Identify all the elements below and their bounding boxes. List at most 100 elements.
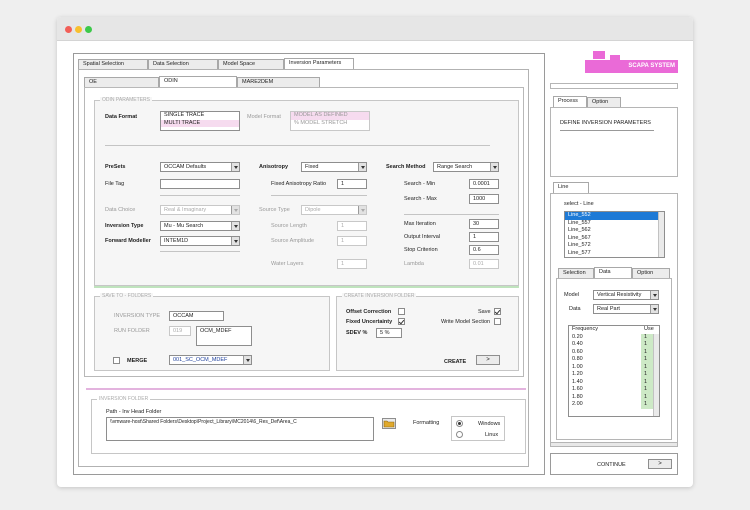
frequency-cell: 2.00	[572, 401, 583, 408]
path-input[interactable]: \\vmware-host\Shared Folders\Desktop\Pro…	[106, 417, 374, 441]
tab-inversion-parameters[interactable]: Inversion Parameters	[284, 58, 354, 69]
chevron-down-icon	[650, 291, 658, 299]
minimize-dot-icon[interactable]	[75, 26, 82, 33]
tab-process-option[interactable]: Option	[587, 97, 621, 107]
table-row[interactable]: 1.80 1	[569, 393, 659, 401]
search-max-input[interactable]: 1000	[469, 194, 499, 204]
table-row[interactable]: 0.40 1	[569, 341, 659, 349]
line-item[interactable]: Line_557	[565, 220, 664, 228]
windows-radio[interactable]	[456, 420, 463, 427]
tab-data-selection[interactable]: Data Selection	[148, 59, 218, 69]
tab-oe[interactable]: OE	[84, 77, 159, 87]
forward-modeller-label: Forward Modeller	[105, 238, 151, 244]
fixed-anisotropy-ratio-input[interactable]: 1	[337, 179, 367, 189]
tab-mare2dem[interactable]: MARE2DEM	[237, 77, 320, 87]
model-format-label: Model Format	[247, 114, 281, 120]
create-label: CREATE	[444, 359, 467, 365]
table-row[interactable]: 0.80 1	[569, 356, 659, 364]
tab-data[interactable]: Data	[594, 267, 632, 278]
maximize-dot-icon[interactable]	[85, 26, 92, 33]
use-header: Use	[644, 326, 654, 333]
data-format-list[interactable]: SINGLE TRACE MULTI TRACE	[160, 111, 240, 131]
linux-radio[interactable]	[456, 431, 463, 438]
tab-process[interactable]: Process	[553, 96, 587, 107]
water-layers-label: Water Layers	[271, 261, 304, 267]
save-checkbox[interactable]	[494, 308, 501, 315]
source-length-input[interactable]: 1	[337, 221, 367, 231]
line-item[interactable]: Line_572	[565, 242, 664, 250]
inversion-folder-label: INVERSION FOLDER	[97, 396, 151, 402]
table-row[interactable]: 2.00 1	[569, 401, 659, 409]
data-format-label: Data Format	[105, 114, 138, 120]
anisotropy-underline	[271, 195, 367, 196]
model-format-option-stretch[interactable]: % MODEL STRETCH	[291, 120, 369, 128]
frequency-table[interactable]: Frequency Use 0.20 1 0.40 1 0.60 1 0.80 1 1.…	[568, 325, 660, 417]
tab-line[interactable]: Line	[553, 182, 589, 193]
data-format-option-multi[interactable]: MULTI TRACE	[161, 119, 239, 127]
inversion-type-select[interactable]: Mu - Mu Search	[160, 221, 240, 231]
presets-select[interactable]: OCCAM Defaults	[160, 162, 240, 172]
table-row[interactable]: 1.40 1	[569, 378, 659, 386]
data-select[interactable]: Real Part	[593, 304, 659, 314]
file-tag-input[interactable]	[160, 179, 240, 189]
write-model-section-checkbox[interactable]	[494, 318, 501, 325]
create-button[interactable]: >	[476, 355, 500, 365]
tab-model-space[interactable]: Model Space	[218, 59, 284, 69]
close-dot-icon[interactable]	[65, 26, 72, 33]
table-row[interactable]: 0.20 1	[569, 333, 659, 341]
lambda-input[interactable]: 0.01	[469, 259, 499, 269]
line-item[interactable]: Line_552	[565, 212, 664, 220]
run-folder-input[interactable]: OCM_MDEF	[196, 326, 252, 346]
data-format-option-single[interactable]: SINGLE TRACE	[161, 112, 239, 120]
frequency-cell: 0.40	[572, 341, 583, 348]
water-layers-input[interactable]: 1	[337, 259, 367, 269]
max-iteration-input[interactable]: 30	[469, 219, 499, 229]
line-list-scrollbar[interactable]	[658, 212, 664, 257]
status-strip	[550, 83, 678, 89]
chevron-down-icon	[231, 237, 239, 245]
source-type-label: Source Type	[259, 207, 290, 213]
table-row[interactable]: 1.00 1	[569, 363, 659, 371]
merge-checkbox[interactable]	[113, 357, 120, 364]
source-type-select[interactable]: Dipole	[301, 205, 367, 215]
merge-select[interactable]: 001_SC_OCM_MDEF	[169, 355, 252, 365]
odin-parameters-label: ODIN PARAMETERS	[100, 97, 152, 103]
frequency-cell: 0.20	[572, 333, 583, 340]
search-min-input[interactable]: 0.0001	[469, 179, 499, 189]
sdev-input[interactable]: 5 %	[376, 328, 402, 338]
model-format-list[interactable]: MODEL AS DEFINED % MODEL STRETCH	[290, 111, 370, 131]
offset-correction-checkbox[interactable]	[398, 308, 405, 315]
tab-selection[interactable]: Selection	[558, 268, 594, 278]
run-folder-number[interactable]: 019	[169, 326, 191, 336]
frequency-table-header: Frequency Use	[569, 326, 659, 334]
model-select[interactable]: Vertical Resistivity	[593, 290, 659, 300]
line-item[interactable]: Line_562	[565, 227, 664, 235]
folder-open-button[interactable]	[382, 418, 396, 429]
data-choice-select[interactable]: Real & Imaginary	[160, 205, 240, 215]
tab-spatial-selection[interactable]: Spatial Selection	[78, 59, 148, 69]
table-row[interactable]: 1.20 1	[569, 371, 659, 379]
run-folder-label: RUN FOLDER	[114, 328, 150, 334]
tab-odin[interactable]: ODIN	[159, 76, 237, 87]
line-item[interactable]: Line_567	[565, 235, 664, 243]
fixed-uncertainty-checkbox[interactable]	[398, 318, 405, 325]
forward-modeller-select[interactable]: INTEM1D	[160, 236, 240, 246]
save-inversion-type-input[interactable]: OCCAM	[169, 311, 224, 321]
frequency-table-scrollbar[interactable]	[653, 334, 659, 416]
line-item[interactable]: Line_577	[565, 250, 664, 258]
output-interval-input[interactable]: 1	[469, 232, 499, 242]
folder-icon	[383, 420, 395, 428]
write-model-section-label: Write Model Section	[441, 319, 491, 325]
line-list[interactable]: Line_552 Line_557 Line_562 Line_567 Line…	[564, 211, 665, 258]
model-format-option-as-defined[interactable]: MODEL AS DEFINED	[291, 112, 369, 120]
stop-criterion-input[interactable]: 0.6	[469, 245, 499, 255]
tab-data-option[interactable]: Option	[632, 268, 670, 278]
chevron-down-icon	[231, 163, 239, 171]
search-method-select[interactable]: Range Search	[433, 162, 499, 172]
source-amplitude-input[interactable]: 1	[337, 236, 367, 246]
table-row[interactable]: 0.60 1	[569, 348, 659, 356]
continue-button[interactable]: >	[648, 459, 672, 469]
table-row[interactable]: 1.60 1	[569, 386, 659, 394]
anisotropy-select[interactable]: Fixed	[301, 162, 367, 172]
source-type-value: Dipole	[305, 207, 321, 213]
